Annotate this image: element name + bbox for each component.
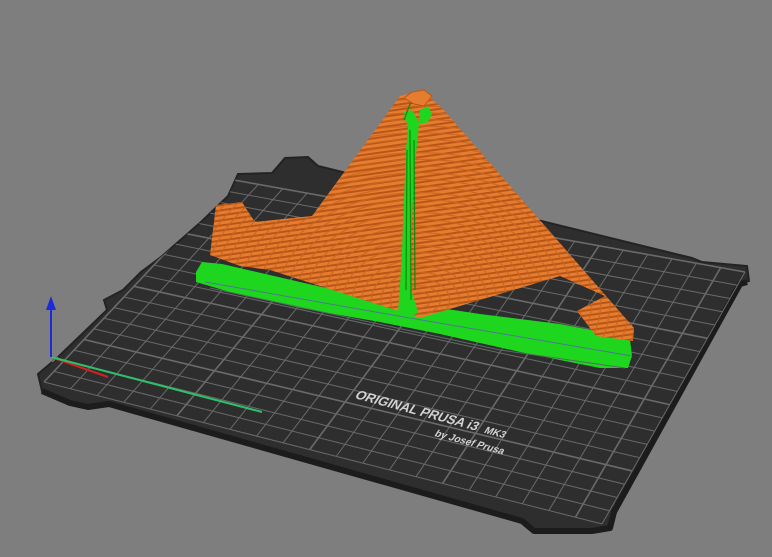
z-axis-arrow-icon [46, 296, 56, 310]
3d-viewport[interactable]: ORIGINAL PRUSA i3 MK3 by Josef Prusa [0, 0, 772, 557]
